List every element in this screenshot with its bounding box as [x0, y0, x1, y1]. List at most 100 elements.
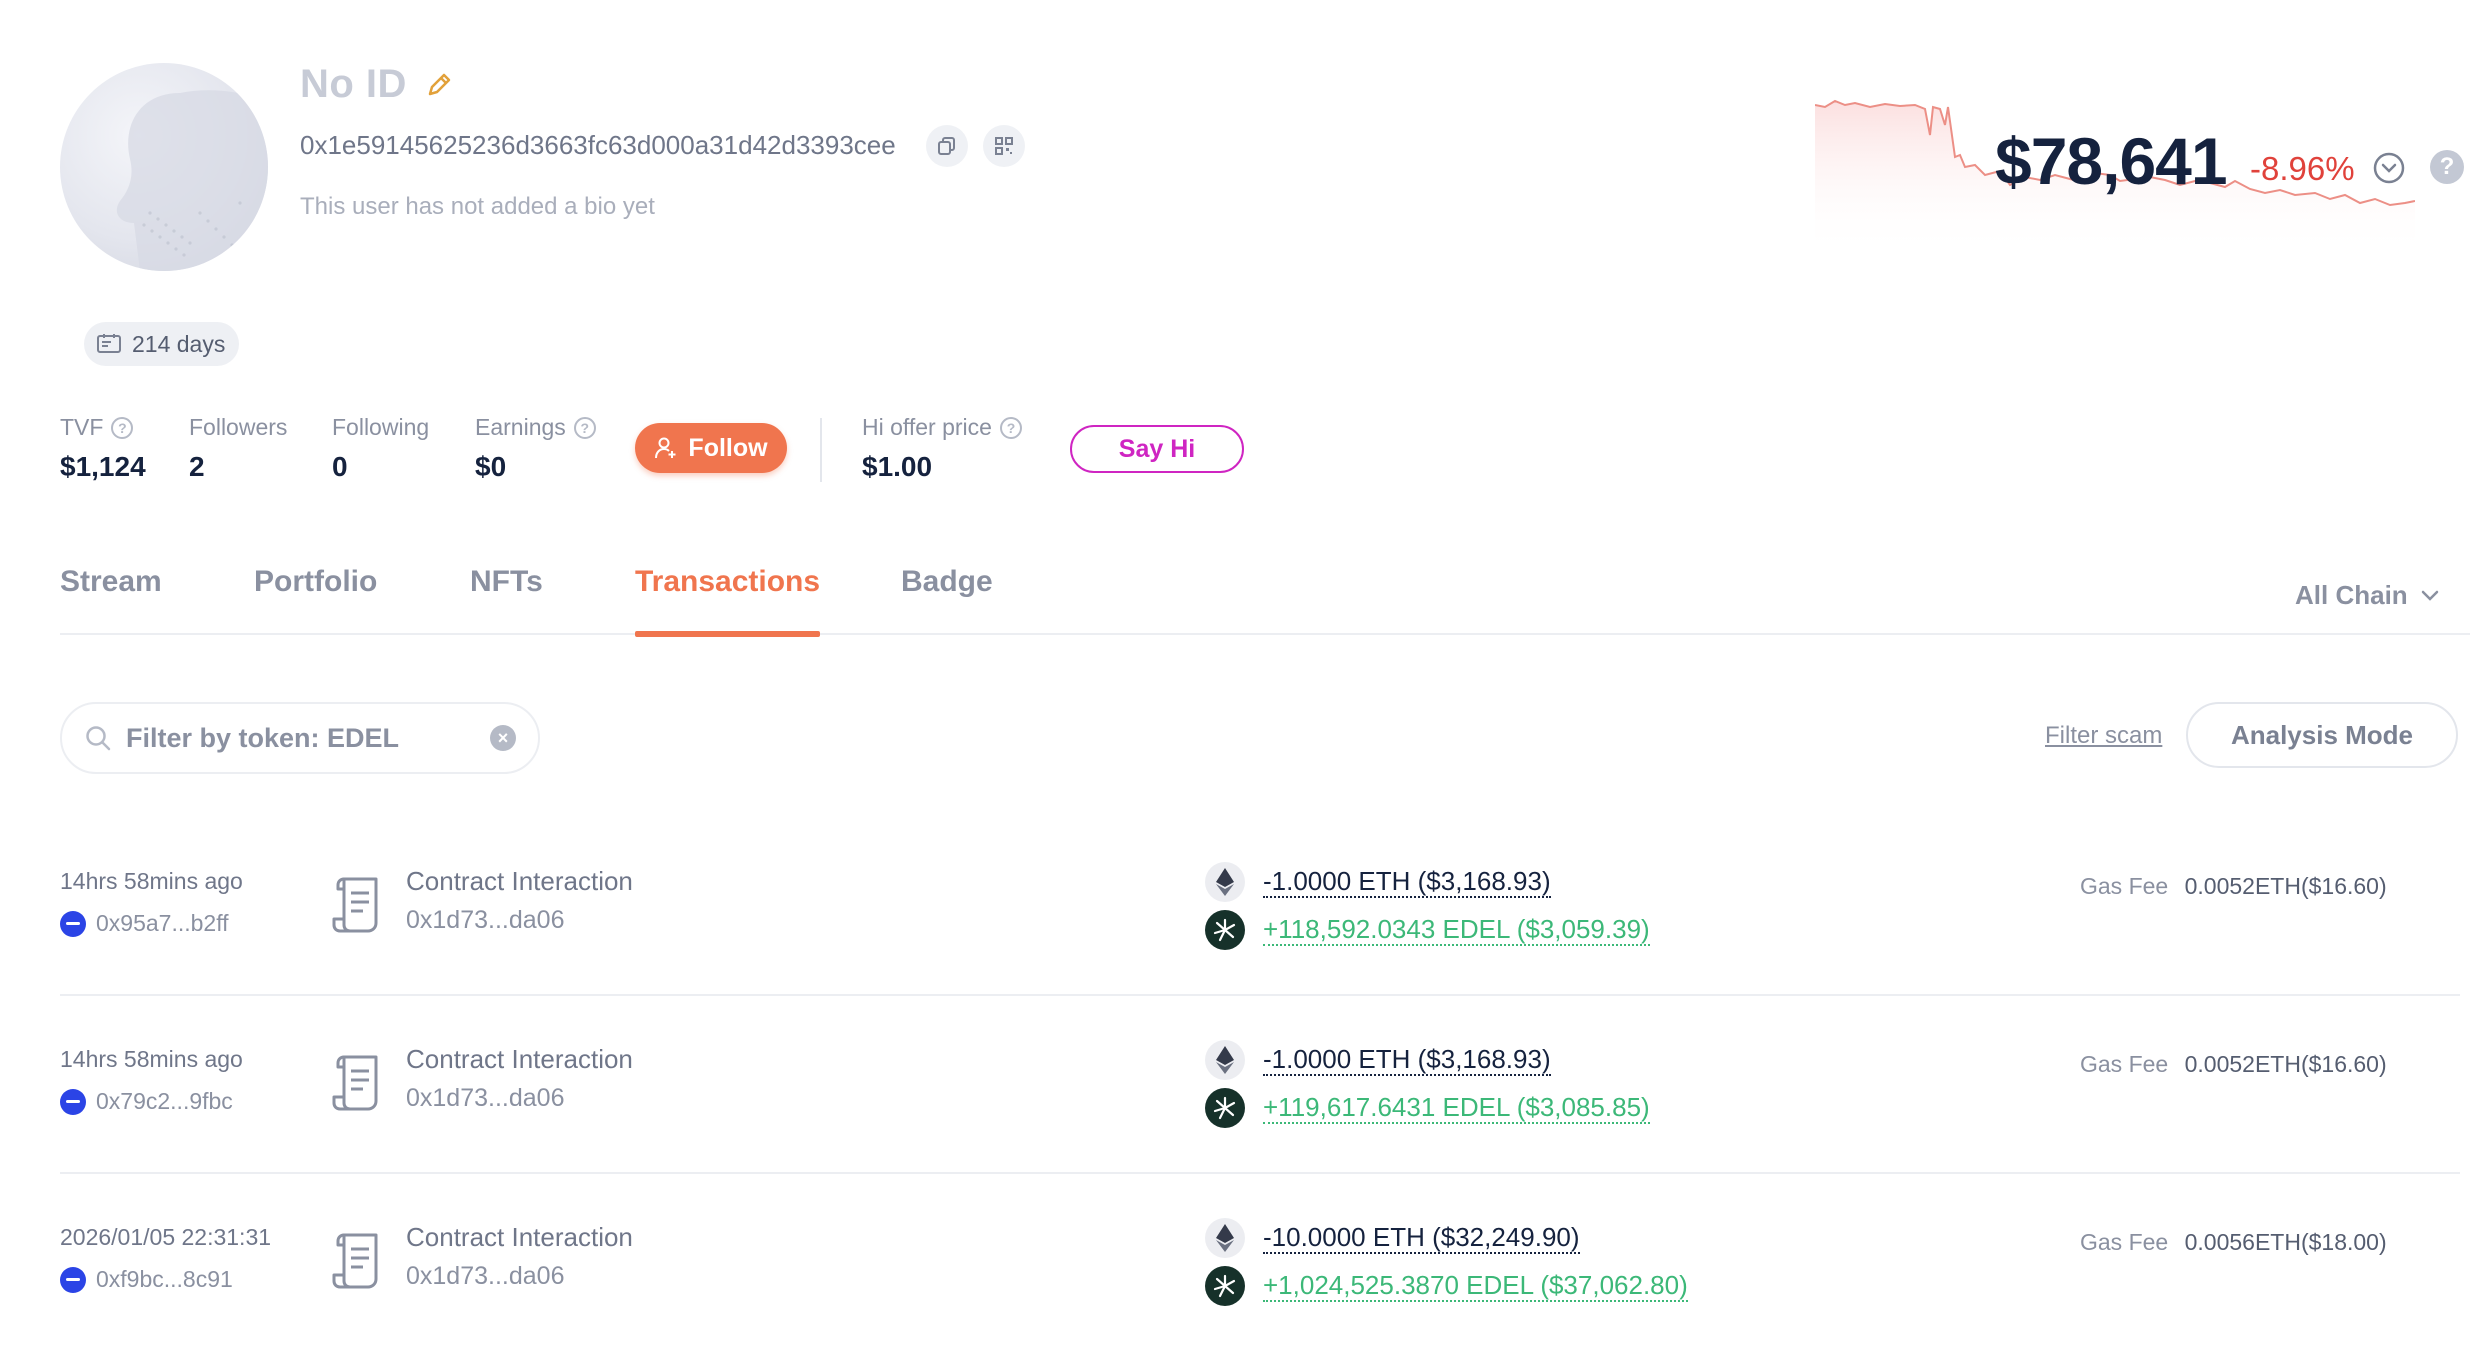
token-out: -1.0000 ETH ($3,168.93) — [1205, 1040, 1551, 1080]
tab-stream[interactable]: Stream — [60, 565, 162, 635]
pencil-icon[interactable] — [424, 70, 454, 100]
stat-earnings-value: $0 — [475, 451, 507, 482]
tx-contract-address[interactable]: 0x1d73...da06 — [406, 1084, 564, 1113]
qr-code-button[interactable] — [983, 125, 1025, 167]
tab-portfolio[interactable]: Portfolio — [254, 565, 377, 635]
token-in: +1,024,525.3870 EDEL ($37,062.80) — [1205, 1266, 1688, 1306]
tx-from[interactable]: 0xf9bc...8c91 — [60, 1266, 233, 1293]
token-out-amount[interactable]: -1.0000 ETH ($3,168.93) — [1263, 866, 1551, 898]
clear-icon[interactable]: × — [490, 725, 516, 751]
stat-earnings-label: Earnings — [475, 414, 566, 440]
question-icon[interactable]: ? — [999, 416, 1022, 439]
token-in: +118,592.0343 EDEL ($3,059.39) — [1205, 910, 1650, 950]
token-out-amount[interactable]: -1.0000 ETH ($3,168.93) — [1263, 1044, 1551, 1076]
tab-badge[interactable]: Badge — [901, 565, 993, 635]
question-icon[interactable]: ? — [111, 416, 134, 439]
tx-type: Contract Interaction — [406, 1222, 633, 1252]
chevron-down-icon[interactable] — [2372, 151, 2406, 185]
chain-select-label: All Chain — [2295, 580, 2408, 610]
token-out: -1.0000 ETH ($3,168.93) — [1205, 862, 1551, 902]
profile-tabs: Stream Portfolio NFTs Transactions Badge — [60, 565, 2470, 637]
gas-fee: Gas Fee 0.0052ETH($16.60) — [2080, 873, 2387, 900]
stat-followers[interactable]: Followers 2 — [189, 414, 287, 483]
say-hi-button[interactable]: Say Hi — [1070, 425, 1244, 473]
tx-from-address: 0xf9bc...8c91 — [96, 1266, 233, 1292]
tx-from-address: 0x79c2...9fbc — [96, 1088, 233, 1114]
gas-fee-value: 0.0052ETH($16.60) — [2184, 1051, 2387, 1077]
question-icon[interactable]: ? — [573, 416, 596, 439]
stat-followers-value: 2 — [189, 451, 205, 482]
contract-scroll-icon — [332, 877, 378, 933]
token-in-amount[interactable]: +118,592.0343 EDEL ($3,059.39) — [1263, 914, 1650, 946]
token-filter-input[interactable] — [126, 722, 446, 754]
stat-tvf-label: TVF — [60, 414, 104, 440]
account-age-text: 214 days — [132, 330, 226, 357]
tx-time: 14hrs 58mins ago — [60, 868, 243, 894]
chain-select[interactable]: All Chain — [2295, 580, 2440, 611]
stat-earnings: Earnings ? $0 — [475, 414, 596, 483]
token-in: +119,617.6431 EDEL ($3,085.85) — [1205, 1088, 1650, 1128]
ethereum-icon — [1205, 1040, 1245, 1080]
avatar — [60, 63, 268, 271]
gas-fee-value: 0.0056ETH($18.00) — [2184, 1229, 2387, 1255]
gas-fee-label: Gas Fee — [2080, 1229, 2169, 1255]
help-icon[interactable]: ? — [2430, 150, 2464, 184]
tx-time: 14hrs 58mins ago — [60, 1046, 243, 1072]
tx-time: 2026/01/05 22:31:31 — [60, 1224, 272, 1250]
profile-page: No ID 0x1e59145625236d3663fc63d000a31d42… — [0, 0, 2470, 1350]
stat-tvf: TVF ? $1,124 — [60, 414, 146, 483]
transaction-row[interactable]: 14hrs 58mins ago 0x95a7...b2ff Contract … — [60, 818, 2460, 996]
chain-icon — [60, 1088, 86, 1115]
follow-button[interactable]: Follow — [635, 423, 787, 473]
tx-from[interactable]: 0x79c2...9fbc — [60, 1088, 233, 1115]
filter-scam-link[interactable]: Filter scam — [2045, 722, 2162, 750]
stat-following-value: 0 — [332, 451, 348, 482]
transaction-row[interactable]: 2026/01/05 22:31:31 0xf9bc...8c91 Contra… — [60, 1174, 2460, 1350]
edel-token-icon — [1205, 1266, 1245, 1306]
tx-contract-address[interactable]: 0x1d73...da06 — [406, 1262, 564, 1291]
stat-hi-offer: Hi offer price ? $1.00 — [862, 414, 1022, 483]
stat-tvf-value: $1,124 — [60, 451, 146, 482]
ethereum-icon — [1205, 862, 1245, 902]
gas-fee-label: Gas Fee — [2080, 873, 2169, 899]
stat-hi-offer-label: Hi offer price — [862, 414, 992, 440]
token-out: -10.0000 ETH ($32,249.90) — [1205, 1218, 1580, 1258]
chevron-down-icon — [2421, 590, 2438, 601]
token-out-amount[interactable]: -10.0000 ETH ($32,249.90) — [1263, 1222, 1580, 1254]
stat-followers-label: Followers — [189, 414, 288, 440]
id-card-icon — [97, 334, 121, 353]
stat-following[interactable]: Following 0 — [332, 414, 429, 483]
gas-fee: Gas Fee 0.0052ETH($16.60) — [2080, 1051, 2387, 1078]
edel-token-icon — [1205, 1088, 1245, 1128]
chain-icon — [60, 1266, 86, 1293]
token-in-amount[interactable]: +1,024,525.3870 EDEL ($37,062.80) — [1263, 1270, 1688, 1302]
tx-type: Contract Interaction — [406, 1044, 633, 1074]
stat-following-label: Following — [332, 414, 430, 440]
tx-from[interactable]: 0x95a7...b2ff — [60, 910, 229, 937]
tx-type: Contract Interaction — [406, 866, 633, 896]
tab-transactions[interactable]: Transactions — [635, 565, 821, 637]
account-age-badge: 214 days — [84, 322, 240, 366]
transaction-row[interactable]: 14hrs 58mins ago 0x79c2...9fbc Contract … — [60, 996, 2460, 1174]
tx-contract-address[interactable]: 0x1d73...da06 — [406, 906, 564, 935]
analysis-mode-button[interactable]: Analysis Mode — [2186, 702, 2458, 768]
networth-value: $78,641 — [1995, 124, 2228, 198]
tab-nfts[interactable]: NFTs — [470, 565, 543, 635]
profile-name: No ID — [300, 62, 407, 106]
wallet-address: 0x1e59145625236d3663fc63d000a31d42d3393c… — [300, 130, 896, 160]
copy-icon — [938, 137, 955, 155]
edel-token-icon — [1205, 910, 1245, 950]
user-plus-icon — [655, 437, 676, 459]
token-filter: × — [60, 702, 540, 774]
contract-scroll-icon — [332, 1233, 378, 1289]
gas-fee-label: Gas Fee — [2080, 1051, 2169, 1077]
profile-bio: This user has not added a bio yet — [300, 193, 655, 220]
gas-fee: Gas Fee 0.0056ETH($18.00) — [2080, 1229, 2387, 1256]
gas-fee-value: 0.0052ETH($16.60) — [2184, 873, 2387, 899]
search-icon — [86, 726, 111, 751]
ethereum-icon — [1205, 1218, 1245, 1258]
copy-address-button[interactable] — [926, 125, 968, 167]
token-in-amount[interactable]: +119,617.6431 EDEL ($3,085.85) — [1263, 1092, 1650, 1124]
follow-button-label: Follow — [688, 433, 768, 462]
divider — [820, 418, 822, 482]
